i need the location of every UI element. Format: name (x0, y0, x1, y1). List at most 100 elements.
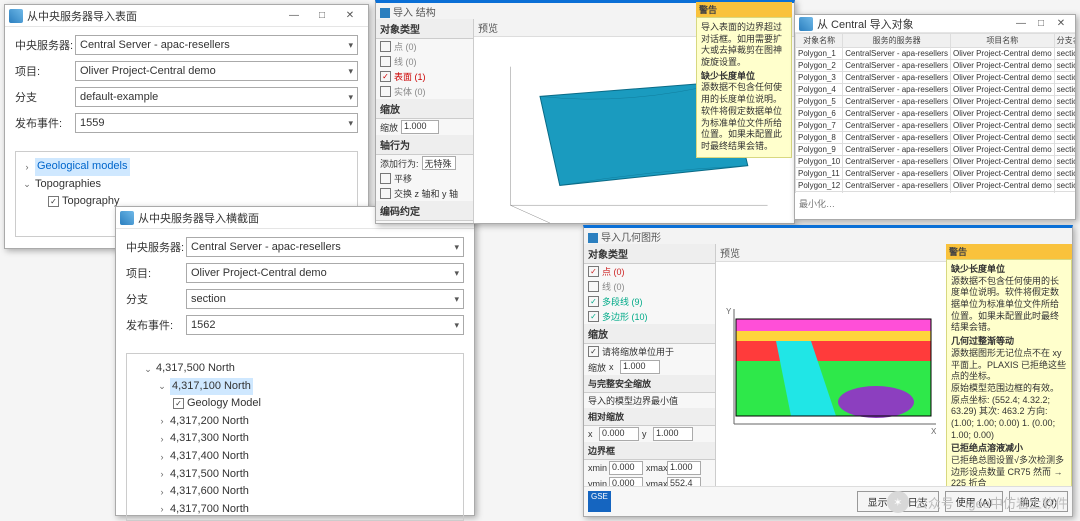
server-label: 中央服务器: (15, 37, 75, 53)
chevron-right-icon: › (157, 450, 167, 464)
tree-item-geology[interactable]: ✓Geology Model (133, 395, 457, 413)
table-row[interactable]: Polygon_9CentralServer - apa-resellersOl… (796, 144, 1076, 156)
chevron-down-icon: ▾ (454, 294, 459, 305)
objects-grid-container[interactable]: 对象名称 服务的服务器 项目名称 分支名称 发布编号 Central 路径 未冲… (795, 33, 1075, 193)
close-button[interactable]: ✕ (1051, 14, 1071, 34)
checkbox[interactable] (380, 86, 391, 97)
checkbox[interactable] (380, 173, 391, 184)
chevron-down-icon: ▾ (348, 66, 353, 77)
table-row[interactable]: Polygon_12CentralServer - apa-resellersO… (796, 180, 1076, 192)
tree-item[interactable]: ⌄4,317,500 North (133, 360, 457, 378)
col-project[interactable]: 项目名称 (950, 34, 1054, 48)
object-type-header: 对象类型 (376, 19, 473, 39)
checkbox-checked[interactable]: ✓ (380, 71, 391, 82)
tree-item-geological[interactable]: ›Geological models (22, 158, 351, 176)
cross-section-icon: Y X (716, 262, 946, 496)
server-combo[interactable]: Central Server - apac-resellers▾ (186, 237, 464, 257)
central-objects-window: 从 Central 导入对象 —□✕ 对象名称 服务的服务器 项目名称 分支名称… (794, 14, 1076, 220)
minimize-button[interactable]: — (1011, 14, 1031, 34)
tree-item[interactable]: ›4,317,400 North (133, 448, 457, 466)
tree-item[interactable]: ›4,317,500 North (133, 466, 457, 484)
show-log-button[interactable]: 显示导入日志 (857, 491, 939, 512)
table-row[interactable]: Polygon_7CentralServer - apa-resellersOl… (796, 120, 1076, 132)
minimize-button[interactable]: — (280, 6, 308, 26)
chevron-down-icon: ▾ (454, 268, 459, 279)
col-name[interactable]: 对象名称 (796, 34, 843, 48)
chevron-right-icon: › (157, 485, 167, 499)
geom-options-panel: 对象类型 ✓点 (0) 线 (0) ✓多段线 (9) ✓多边形 (10) 缩放 … (584, 244, 716, 516)
checkbox-checked[interactable]: ✓ (588, 266, 599, 277)
titlebar[interactable]: 从 Central 导入对象 —□✕ (795, 15, 1075, 33)
table-row[interactable]: Polygon_10CentralServer - apa-resellersO… (796, 156, 1076, 168)
close-button[interactable]: ✕ (336, 6, 364, 26)
checkbox-checked[interactable]: ✓ (588, 311, 599, 322)
preview-header: 预览 (716, 244, 946, 262)
chevron-down-icon: ▾ (348, 40, 353, 51)
table-row[interactable]: Polygon_13CentralServer - apa-resellersO… (796, 192, 1076, 194)
event-label: 发布事件: (126, 317, 186, 333)
chevron-down-icon: ⌄ (22, 177, 32, 191)
warning-header: 警告 (946, 244, 1072, 259)
table-row[interactable]: Polygon_11CentralServer - apa-resellersO… (796, 168, 1076, 180)
scale-header: 缩放 (376, 99, 473, 119)
checkbox[interactable] (380, 41, 391, 52)
minimize-link[interactable]: 最小化… (799, 197, 835, 210)
table-row[interactable]: Polygon_5CentralServer - apa-resellersOl… (796, 96, 1076, 108)
col-branch[interactable]: 分支名称 (1054, 34, 1075, 48)
maximize-button[interactable]: □ (1031, 14, 1051, 34)
tree-item-selected[interactable]: ⌄4,317,100 North (133, 378, 457, 396)
checkbox[interactable] (380, 188, 391, 199)
tree-item-topographies[interactable]: ⌄Topographies (22, 176, 351, 194)
ctrl-header: 编码约定 (376, 201, 473, 221)
tree-item[interactable]: ›4,317,300 North (133, 430, 457, 448)
rel-x-input[interactable]: 0.000 (599, 427, 639, 441)
xmax-input[interactable]: 1.000 (667, 461, 701, 475)
table-row[interactable]: Polygon_1CentralServer - apa-resellersOl… (796, 48, 1076, 60)
window-title: 从 Central 导入对象 (817, 16, 1011, 32)
tree-item[interactable]: ›4,317,200 North (133, 413, 457, 431)
table-row[interactable]: Polygon_4CentralServer - apa-resellersOl… (796, 84, 1076, 96)
checkbox[interactable] (380, 56, 391, 67)
tree-item[interactable]: ›4,317,600 North (133, 483, 457, 501)
warning-panel-top: 警告 导入表面的边界超过对话框。如用需要扩大或去掉裁剪在图神旋旋设置。 缺少长度… (696, 2, 792, 158)
table-row[interactable]: Polygon_8CentralServer - apa-resellersOl… (796, 132, 1076, 144)
titlebar[interactable]: 从中央服务器导入表面 — □ ✕ (5, 5, 368, 27)
scale-input[interactable]: 1.000 (401, 120, 439, 134)
rel-y-input[interactable]: 1.000 (653, 427, 693, 441)
table-row[interactable]: Polygon_3CentralServer - apa-resellersOl… (796, 72, 1076, 84)
chevron-right-icon: › (157, 467, 167, 481)
branch-combo[interactable]: section▾ (186, 289, 464, 309)
xmin-input[interactable]: 0.000 (609, 461, 643, 475)
server-combo[interactable]: Central Server - apac-resellers▾ (75, 35, 358, 55)
event-combo[interactable]: 1562▾ (186, 315, 464, 335)
checkbox-icon[interactable]: ✓ (173, 398, 184, 409)
checkbox-icon[interactable]: ✓ (48, 196, 59, 207)
scale-header: 缩放 (584, 324, 715, 344)
event-label: 发布事件: (15, 115, 75, 131)
chevron-right-icon: › (157, 414, 167, 428)
axis-combo[interactable]: 无特殊 (422, 156, 456, 170)
project-combo[interactable]: Oliver Project-Central demo▾ (75, 61, 358, 81)
col-server[interactable]: 服务的服务器 (843, 34, 951, 48)
preview-section-viewport[interactable]: 预览 Y X (716, 244, 946, 494)
checkbox-checked[interactable]: ✓ (588, 296, 599, 307)
ok-button[interactable]: 确定 (O) (1009, 491, 1068, 512)
objects-grid: 对象名称 服务的服务器 项目名称 分支名称 发布编号 Central 路径 未冲… (795, 33, 1075, 193)
checkbox[interactable] (588, 281, 599, 292)
geom-warning-panel: 警告 缺少长度单位 源数据不包含任何使用的长度单位说明。软件将假定数据单位为标准… (946, 244, 1072, 494)
axis-header: 轴行为 (376, 135, 473, 155)
branch-label: 分支 (15, 89, 75, 105)
sections-tree[interactable]: ⌄4,317,500 North ⌄4,317,100 North ✓Geolo… (126, 353, 464, 521)
tree-item[interactable]: ›4,317,700 North (133, 501, 457, 519)
project-combo[interactable]: Oliver Project-Central demo▾ (186, 263, 464, 283)
dialog-footer: GSE 显示导入日志 使用 (A) 确定 (O) (584, 486, 1072, 516)
maximize-button[interactable]: □ (308, 6, 336, 26)
branch-combo[interactable]: default-example▾ (75, 87, 358, 107)
checkbox-checked[interactable]: ✓ (588, 346, 599, 357)
table-row[interactable]: Polygon_2CentralServer - apa-resellersOl… (796, 60, 1076, 72)
event-combo[interactable]: 1559▾ (75, 113, 358, 133)
apply-button[interactable]: 使用 (A) (945, 491, 1003, 512)
scale-x-input[interactable]: 1.000 (620, 360, 660, 374)
branch-label: 分支 (126, 291, 186, 307)
table-row[interactable]: Polygon_6CentralServer - apa-resellersOl… (796, 108, 1076, 120)
